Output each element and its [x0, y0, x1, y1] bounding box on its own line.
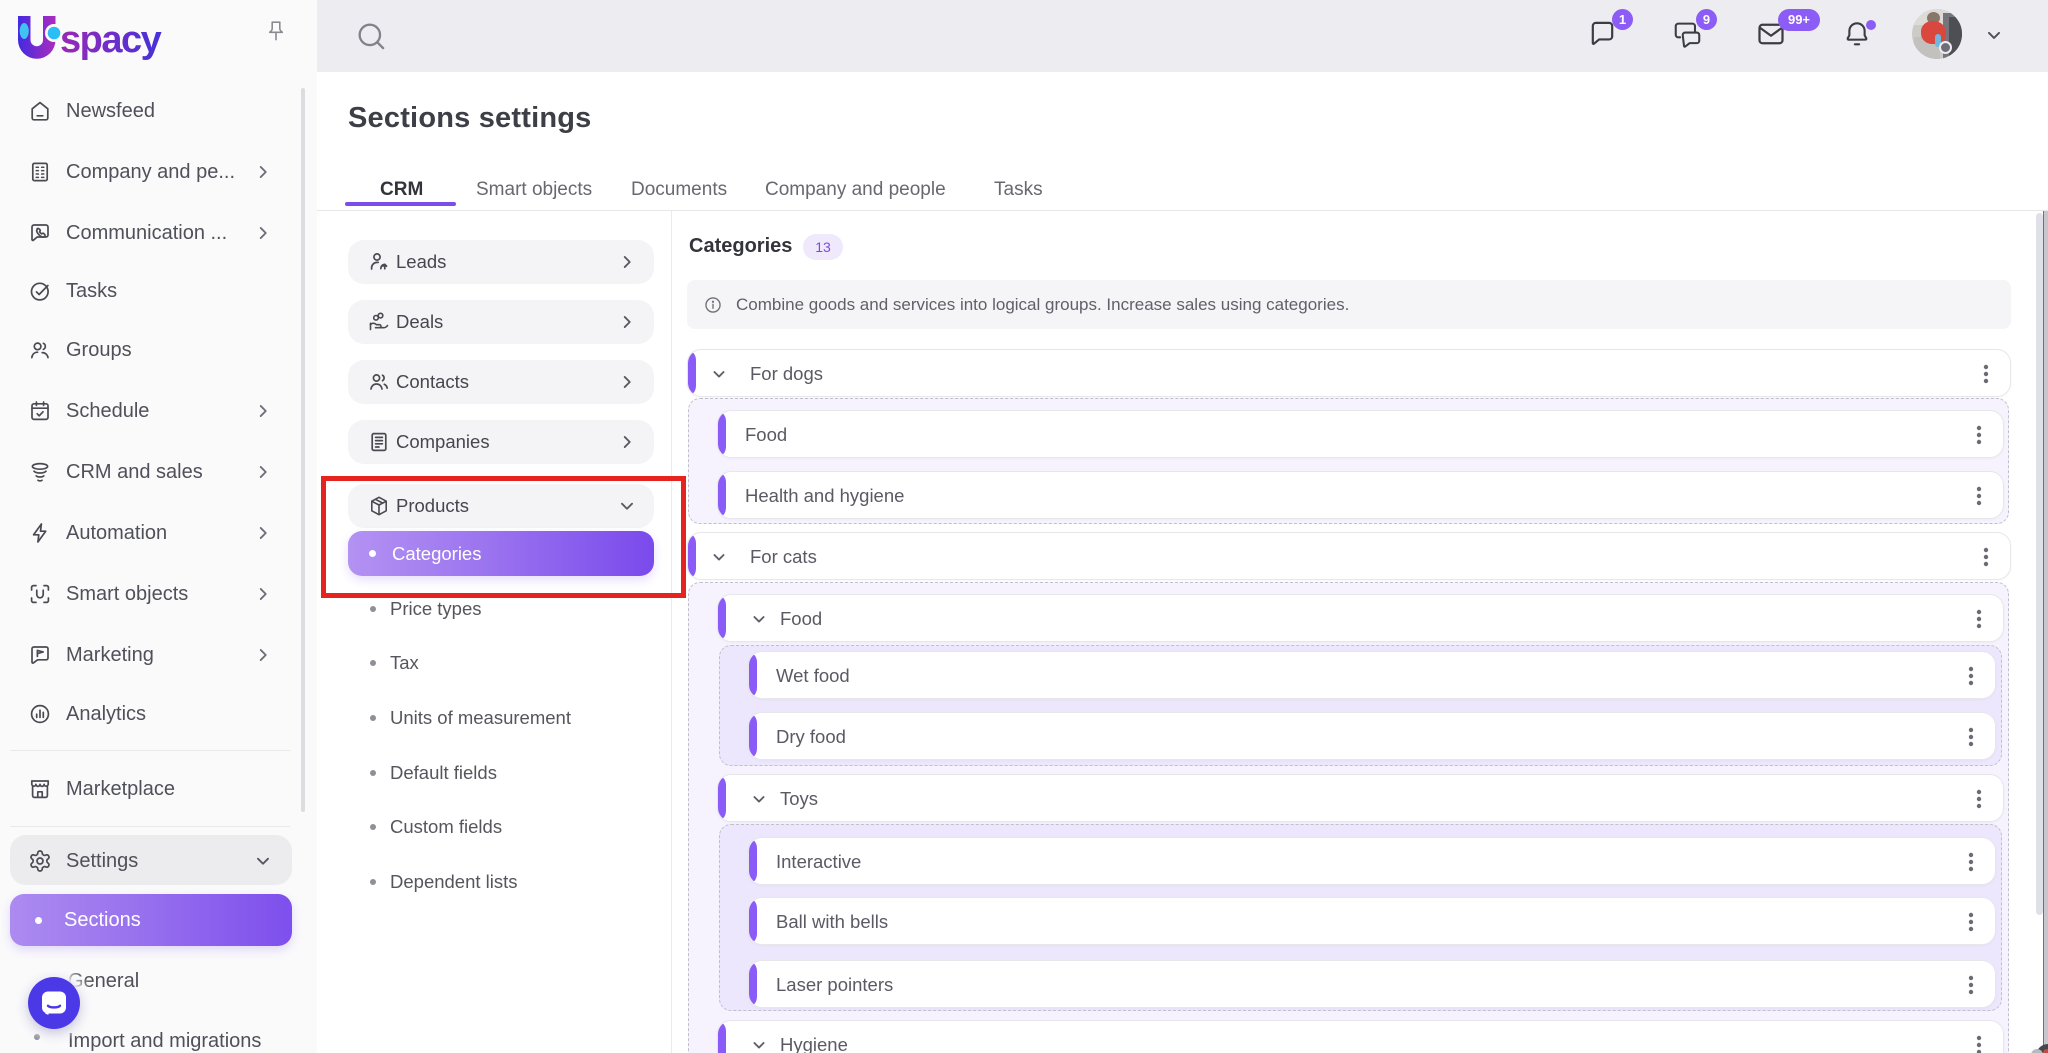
svg-text:spacy: spacy: [60, 19, 162, 61]
